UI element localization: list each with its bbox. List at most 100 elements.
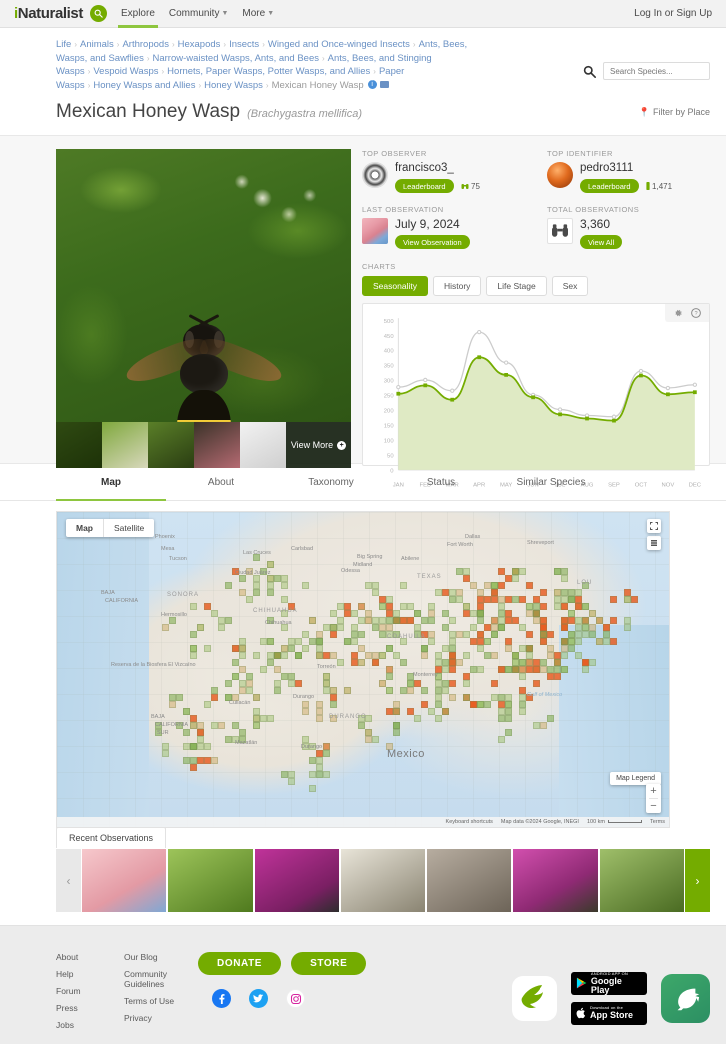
map-observation-cell[interactable] xyxy=(554,568,561,575)
map-observation-cell[interactable] xyxy=(582,631,589,638)
observation-thumbnail[interactable] xyxy=(340,849,426,912)
zoom-out-button[interactable]: − xyxy=(646,799,661,813)
map-observation-cell[interactable] xyxy=(288,638,295,645)
top-identifier-name[interactable]: pedro3111 xyxy=(580,162,672,175)
map-observation-cell[interactable] xyxy=(449,617,456,624)
map-observation-cell[interactable] xyxy=(456,631,463,638)
map-observation-cell[interactable] xyxy=(414,610,421,617)
map-observation-cell[interactable] xyxy=(281,771,288,778)
map-observation-cell[interactable] xyxy=(162,624,169,631)
map-observation-cell[interactable] xyxy=(197,624,204,631)
map-observation-cell[interactable] xyxy=(274,666,281,673)
map-observation-cell[interactable] xyxy=(323,750,330,757)
map-observation-cell[interactable] xyxy=(463,631,470,638)
footer-link[interactable]: Jobs xyxy=(56,1020,124,1030)
map-observation-cell[interactable] xyxy=(323,673,330,680)
map-observation-cell[interactable] xyxy=(316,638,323,645)
map-observation-cell[interactable] xyxy=(267,659,274,666)
last-observation-thumbnail[interactable] xyxy=(362,218,388,244)
map-observation-cell[interactable] xyxy=(435,680,442,687)
map-observation-cell[interactable] xyxy=(351,631,358,638)
map-observation-cell[interactable] xyxy=(372,659,379,666)
map-observation-cell[interactable] xyxy=(428,638,435,645)
breadcrumb-item[interactable]: Life xyxy=(56,39,71,50)
map-observation-cell[interactable] xyxy=(302,708,309,715)
map-observation-cell[interactable] xyxy=(288,645,295,652)
map-observation-cell[interactable] xyxy=(491,617,498,624)
map-observation-cell[interactable] xyxy=(253,652,260,659)
map-observation-cell[interactable] xyxy=(470,624,477,631)
map-observation-cell[interactable] xyxy=(281,575,288,582)
map-observation-cell[interactable] xyxy=(575,603,582,610)
tab-map[interactable]: Map xyxy=(56,464,166,501)
map-observation-cell[interactable] xyxy=(603,638,610,645)
map-observation-cell[interactable] xyxy=(344,687,351,694)
photo-thumbnail[interactable] xyxy=(56,422,102,468)
map-observation-cell[interactable] xyxy=(477,701,484,708)
map-observation-cell[interactable] xyxy=(575,638,582,645)
map-observation-cell[interactable] xyxy=(337,617,344,624)
map-observation-cell[interactable] xyxy=(624,589,631,596)
map-observation-cell[interactable] xyxy=(582,617,589,624)
terms-link[interactable]: Terms xyxy=(650,819,665,825)
map-observation-cell[interactable] xyxy=(484,582,491,589)
map-observation-cell[interactable] xyxy=(302,736,309,743)
map-observation-cell[interactable] xyxy=(190,603,197,610)
carousel-next-button[interactable]: › xyxy=(684,849,710,912)
map-observation-cell[interactable] xyxy=(505,638,512,645)
map-observation-cell[interactable] xyxy=(274,575,281,582)
map-observation-cell[interactable] xyxy=(561,603,568,610)
map-observation-cell[interactable] xyxy=(309,771,316,778)
map-observation-cell[interactable] xyxy=(239,729,246,736)
map-observation-cell[interactable] xyxy=(407,680,414,687)
map-observation-cell[interactable] xyxy=(533,659,540,666)
map-observation-cell[interactable] xyxy=(442,624,449,631)
map-observation-cell[interactable] xyxy=(162,750,169,757)
photo-thumbnail[interactable] xyxy=(240,422,286,468)
map-observation-cell[interactable] xyxy=(547,673,554,680)
map-observation-cell[interactable] xyxy=(505,645,512,652)
map-observation-cell[interactable] xyxy=(358,631,365,638)
map-observation-cell[interactable] xyxy=(183,743,190,750)
map-observation-cell[interactable] xyxy=(505,666,512,673)
map-observation-cell[interactable] xyxy=(197,729,204,736)
map-observation-cell[interactable] xyxy=(575,624,582,631)
view-more-photos-button[interactable]: View More + xyxy=(286,422,351,468)
map-observation-cell[interactable] xyxy=(561,568,568,575)
map-observation-cell[interactable] xyxy=(372,617,379,624)
map-observation-cell[interactable] xyxy=(288,771,295,778)
map-observation-cell[interactable] xyxy=(407,617,414,624)
tab-taxonomy[interactable]: Taxonomy xyxy=(276,464,386,500)
map-observation-cell[interactable] xyxy=(442,687,449,694)
main-species-photo[interactable] xyxy=(56,149,351,422)
map-observation-cell[interactable] xyxy=(526,603,533,610)
map-observation-cell[interactable] xyxy=(386,624,393,631)
map-observation-cell[interactable] xyxy=(519,624,526,631)
map-observation-cell[interactable] xyxy=(351,652,358,659)
map-observation-cell[interactable] xyxy=(365,582,372,589)
map-observation-cell[interactable] xyxy=(498,715,505,722)
map-observation-cell[interactable] xyxy=(302,701,309,708)
map-observation-cell[interactable] xyxy=(463,673,470,680)
map-observation-cell[interactable] xyxy=(344,603,351,610)
map-observation-cell[interactable] xyxy=(288,778,295,785)
map-observation-cell[interactable] xyxy=(246,680,253,687)
map-observation-cell[interactable] xyxy=(253,722,260,729)
nav-item-community[interactable]: Community ▼ xyxy=(169,0,229,28)
map-observation-cell[interactable] xyxy=(540,603,547,610)
map-observation-cell[interactable] xyxy=(421,687,428,694)
map-observation-cell[interactable] xyxy=(302,645,309,652)
chart-tab-seasonality[interactable]: Seasonality xyxy=(362,276,428,296)
map-observation-cell[interactable] xyxy=(379,680,386,687)
map-observation-cell[interactable] xyxy=(442,666,449,673)
map-observation-cell[interactable] xyxy=(211,722,218,729)
map-observation-cell[interactable] xyxy=(386,617,393,624)
map-observation-cell[interactable] xyxy=(477,617,484,624)
map-observation-cell[interactable] xyxy=(225,680,232,687)
map-observation-cell[interactable] xyxy=(204,701,211,708)
map-observation-cell[interactable] xyxy=(400,617,407,624)
nav-item-explore[interactable]: Explore xyxy=(117,0,158,28)
map-observation-cell[interactable] xyxy=(519,596,526,603)
map-observation-cell[interactable] xyxy=(526,631,533,638)
map-observation-cell[interactable] xyxy=(190,652,197,659)
